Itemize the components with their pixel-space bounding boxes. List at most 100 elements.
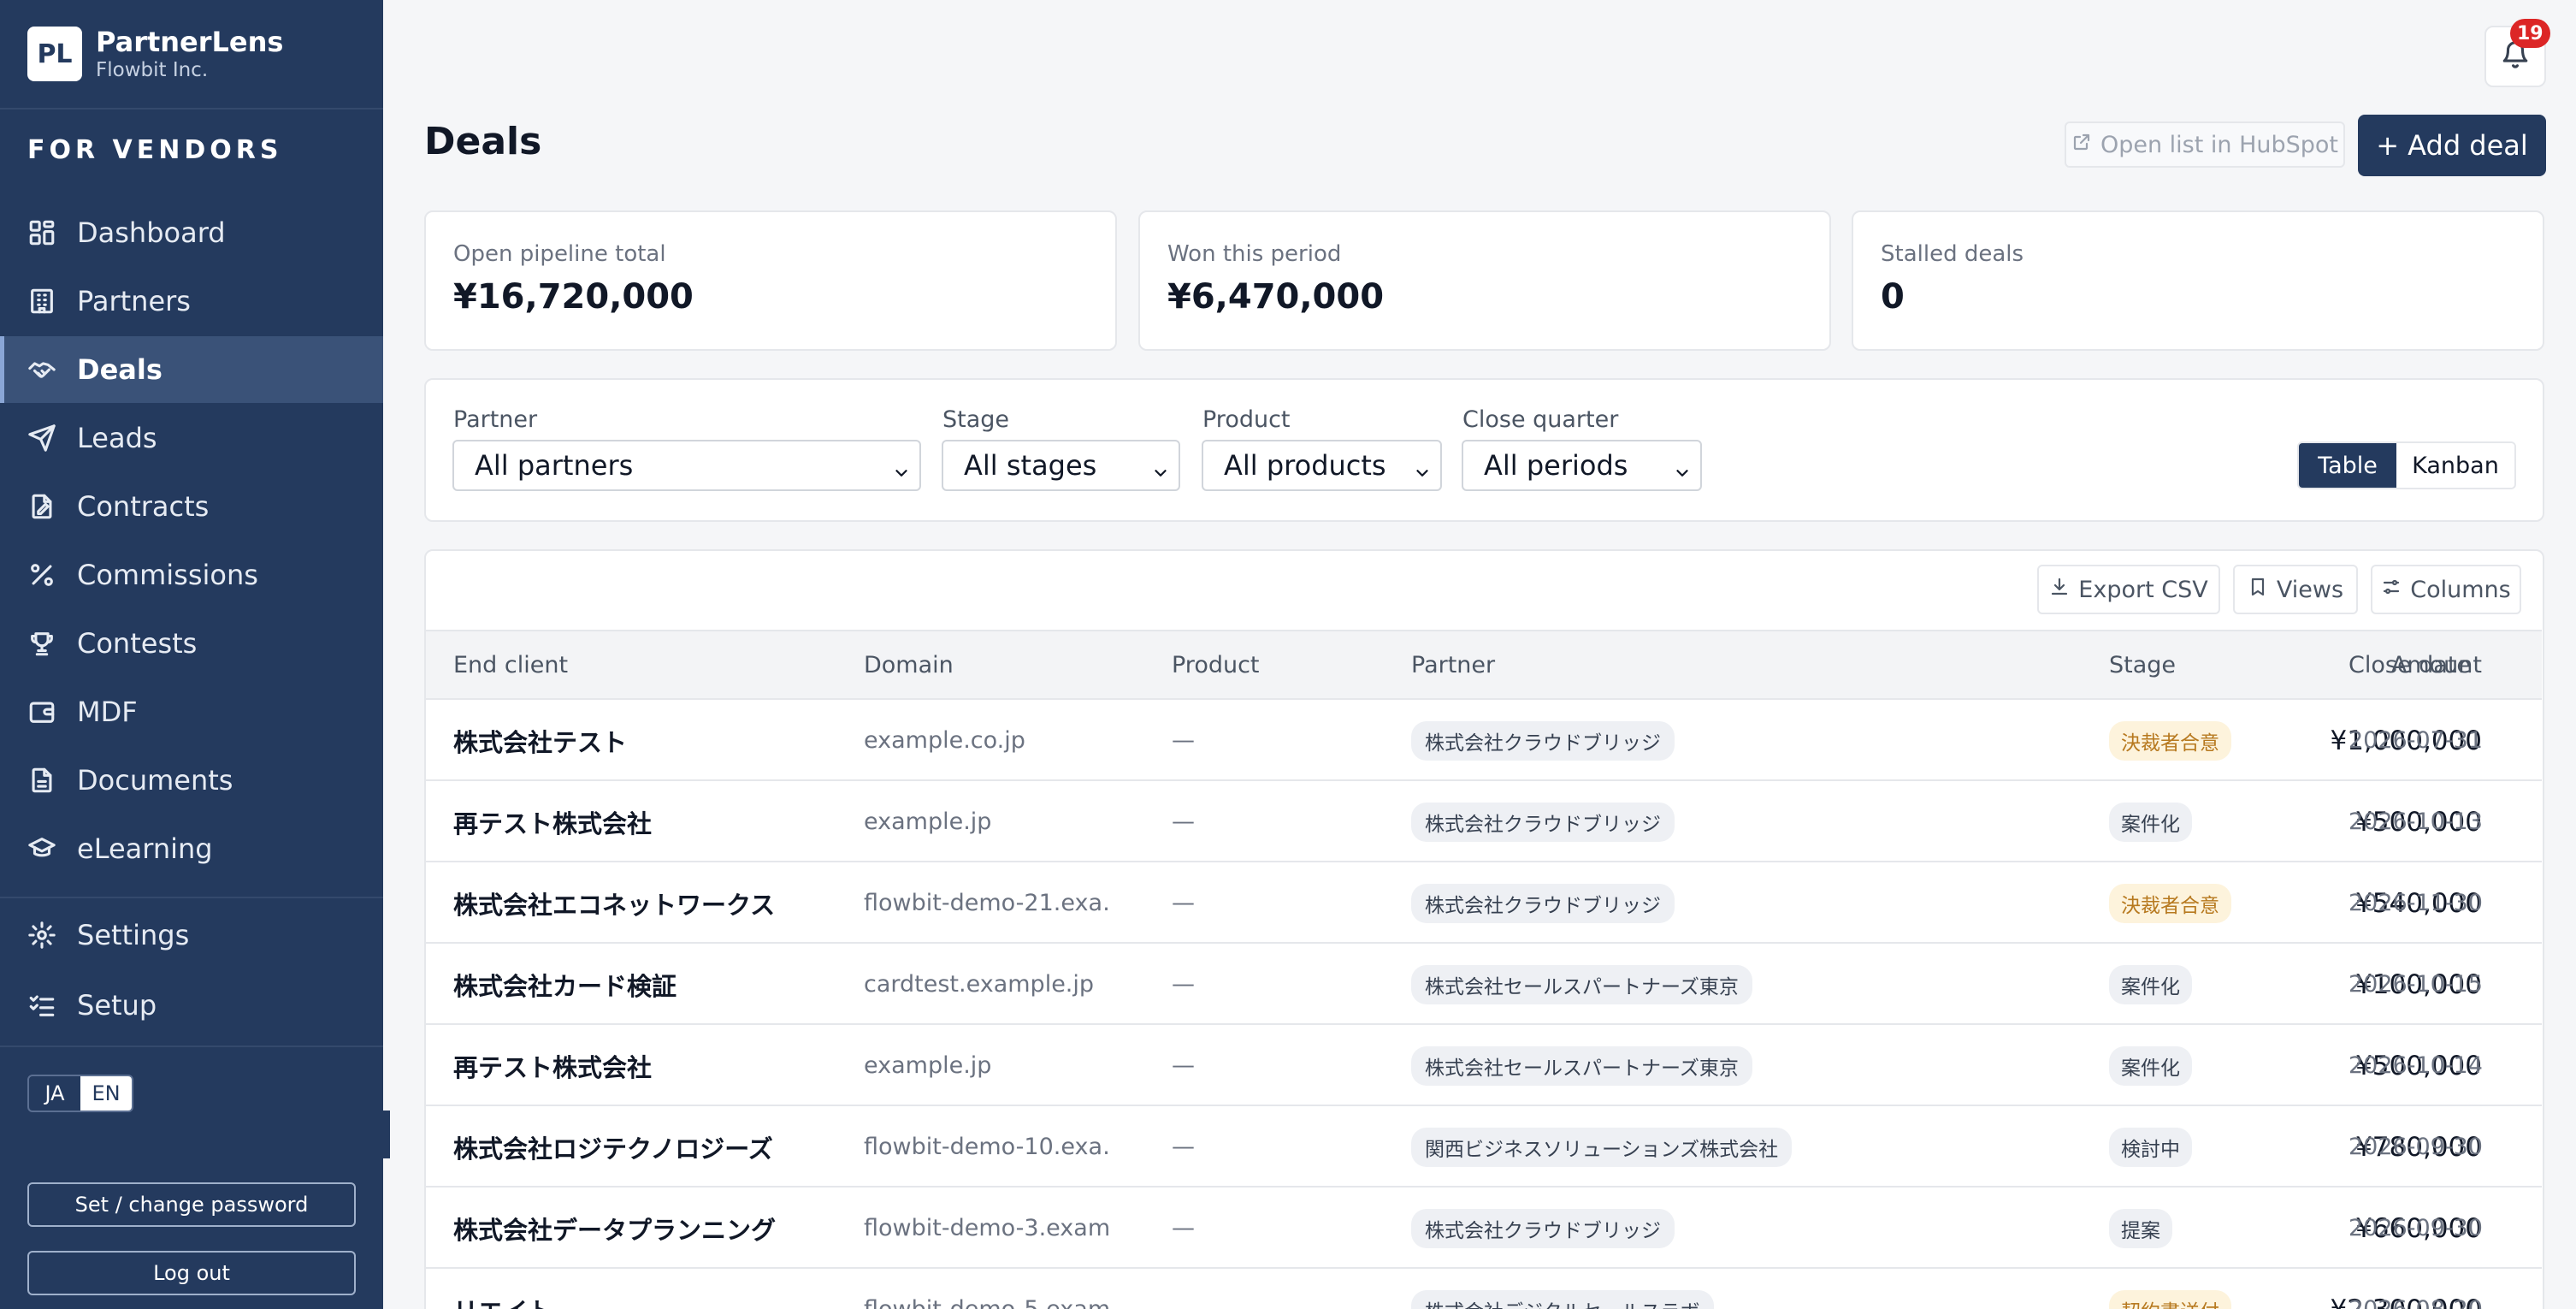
send-icon bbox=[27, 424, 56, 453]
stage-cell: 案件化 bbox=[2109, 944, 2366, 1025]
sidebar: PL PartnerLens Flowbit Inc. FOR VENDORS … bbox=[0, 0, 383, 1309]
table-row[interactable]: 株式会社テスト example.co.jp — 株式会社クラウドブリッジ ¥1,000,… bbox=[426, 700, 2542, 781]
sidebar-item-label: Dashboard bbox=[77, 216, 226, 249]
domain-cell: example.jp bbox=[864, 1052, 992, 1079]
stage-cell: 案件化 bbox=[2109, 781, 2366, 862]
change-password-button[interactable]: Set / change password bbox=[27, 1182, 356, 1227]
sidebar-item-commissions[interactable]: Commissions bbox=[0, 542, 383, 608]
brand[interactable]: PL PartnerLens Flowbit Inc. bbox=[27, 26, 283, 82]
close-date-cell: 2026-09-30 bbox=[2349, 1215, 2483, 1241]
stage-filter-value: All stages bbox=[964, 449, 1097, 482]
logout-button[interactable]: Log out bbox=[27, 1251, 356, 1295]
table-row[interactable]: 再テスト株式会社 example.jp — 株式会社クラウドブリッジ ¥500,000 案… bbox=[426, 781, 2542, 862]
end-client-cell[interactable]: リエイト bbox=[453, 1269, 830, 1309]
end-client-cell[interactable]: 株式会社ロジテクノロジーズ bbox=[453, 1106, 830, 1188]
percent-icon bbox=[27, 560, 56, 589]
close-date-cell: 2026-07-31 bbox=[2349, 727, 2483, 754]
views-button[interactable]: Views bbox=[2233, 565, 2358, 614]
partner-cell: 株式会社クラウドブリッジ bbox=[1411, 781, 1890, 862]
sidebar-item-leads[interactable]: Leads bbox=[0, 405, 383, 471]
sidebar-item-label: Documents bbox=[77, 764, 233, 797]
partner-filter-select[interactable]: All partners bbox=[452, 440, 921, 491]
columns-button[interactable]: Columns bbox=[2371, 565, 2521, 614]
sidebar-item-label: eLearning bbox=[77, 832, 213, 865]
close-date-cell: 2026-08-20 bbox=[2349, 1269, 2537, 1309]
kpi-value: ¥6,470,000 bbox=[1167, 277, 1385, 317]
product-filter-select[interactable]: All products bbox=[1202, 440, 1442, 491]
column-header-client[interactable]: End client bbox=[453, 652, 568, 678]
graduation-cap-icon bbox=[27, 834, 56, 863]
table-row[interactable]: 再テスト株式会社 example.jp — 株式会社セールスパートナーズ東京 ¥500,… bbox=[426, 1025, 2542, 1106]
end-client-cell[interactable]: 再テスト株式会社 bbox=[453, 1025, 830, 1106]
kpi-value: ¥16,720,000 bbox=[453, 277, 694, 317]
columns-label: Columns bbox=[2410, 576, 2511, 603]
sidebar-item-elearning[interactable]: eLearning bbox=[0, 815, 383, 882]
add-deal-button[interactable]: + Add deal bbox=[2358, 115, 2546, 176]
close-date-cell: 2026-10-14 bbox=[2349, 1052, 2483, 1079]
table-row[interactable]: 株式会社エコネットワークス flowbit-demo-21.exa… — 株式会社クラ… bbox=[426, 862, 2542, 944]
view-kanban-button[interactable]: Kanban bbox=[2396, 443, 2514, 488]
partner-pill[interactable]: 株式会社デジタルセールスラボ bbox=[1411, 1289, 1714, 1309]
stage-filter-select[interactable]: All stages bbox=[942, 440, 1180, 491]
view-toggle: Table Kanban bbox=[2297, 441, 2516, 489]
stage-badge: 決裁者合意 bbox=[2109, 720, 2231, 761]
table-row[interactable]: 株式会社ロジテクノロジーズ flowbit-demo-10.exa… — 関西ビジネス… bbox=[426, 1106, 2542, 1188]
sidebar-item-documents[interactable]: Documents bbox=[0, 747, 383, 814]
end-client-cell[interactable]: 再テスト株式会社 bbox=[453, 781, 830, 862]
column-header-domain[interactable]: Domain bbox=[864, 652, 954, 678]
sidebar-item-partners[interactable]: Partners bbox=[0, 268, 383, 335]
column-header-partner[interactable]: Partner bbox=[1411, 652, 1495, 678]
stage-filter-label: Stage bbox=[942, 406, 1010, 433]
column-header-product[interactable]: Product bbox=[1172, 652, 1260, 678]
sidebar-item-deals[interactable]: Deals bbox=[0, 336, 383, 403]
trophy-icon bbox=[27, 629, 56, 658]
column-header-close-date[interactable]: Close date bbox=[2349, 652, 2471, 678]
stage-cell: 案件化 bbox=[2109, 1025, 2366, 1106]
sidebar-item-settings[interactable]: Settings bbox=[0, 902, 383, 968]
building-icon bbox=[27, 287, 56, 316]
sidebar-section-label: FOR VENDORS bbox=[27, 135, 283, 165]
partner-pill[interactable]: 株式会社セールスパートナーズ東京 bbox=[1411, 1045, 1752, 1086]
end-client-cell[interactable]: 株式会社データプランニング bbox=[453, 1188, 830, 1269]
sidebar-item-dashboard[interactable]: Dashboard bbox=[0, 199, 383, 266]
chevron-down-icon bbox=[1673, 457, 1692, 477]
sidebar-divider bbox=[0, 108, 383, 110]
stage-badge: 案件化 bbox=[2109, 964, 2192, 1004]
brand-org: Flowbit Inc. bbox=[96, 59, 209, 81]
kpi-card-won: Won this period ¥6,470,000 bbox=[1138, 210, 1831, 351]
partner-pill[interactable]: 株式会社セールスパートナーズ東京 bbox=[1411, 964, 1752, 1004]
download-icon bbox=[2049, 577, 2078, 603]
end-client-cell[interactable]: 株式会社カード検証 bbox=[453, 944, 830, 1025]
stage-badge: 案件化 bbox=[2109, 1045, 2192, 1086]
column-header-stage[interactable]: Stage bbox=[2109, 652, 2176, 678]
sidebar-item-mdf[interactable]: MDF bbox=[0, 678, 383, 745]
sidebar-item-setup[interactable]: Setup bbox=[0, 972, 383, 1039]
end-client-cell[interactable]: 株式会社エコネットワークス bbox=[453, 862, 830, 944]
sidebar-scroll-handle[interactable] bbox=[381, 1111, 390, 1158]
product-cell: — bbox=[1172, 808, 1195, 835]
table-row[interactable]: 株式会社データプランニング flowbit-demo-3.exam… — 株式会社クラ… bbox=[426, 1188, 2542, 1269]
end-client-cell[interactable]: 株式会社テスト bbox=[453, 700, 830, 781]
partner-pill[interactable]: 株式会社クラウドブリッジ bbox=[1411, 883, 1675, 923]
partner-pill[interactable]: 株式会社クラウドブリッジ bbox=[1411, 1208, 1675, 1248]
gear-icon bbox=[27, 921, 56, 950]
product-cell: — bbox=[1172, 971, 1195, 998]
sidebar-item-contracts[interactable]: Contracts bbox=[0, 473, 383, 540]
partner-pill[interactable]: 株式会社クラウドブリッジ bbox=[1411, 720, 1675, 761]
kpi-card-stalled: Stalled deals 0 bbox=[1852, 210, 2544, 351]
stage-cell: 検討中 bbox=[2109, 1106, 2366, 1188]
table-row[interactable]: リエイトflowbit-demo-5.exam…—株式会社デジタルセールスラボ¥… bbox=[426, 1269, 2542, 1309]
partner-cell: 株式会社クラウドブリッジ bbox=[1411, 700, 1890, 781]
quarter-filter-select[interactable]: All periods bbox=[1462, 440, 1702, 491]
partner-pill[interactable]: 株式会社クラウドブリッジ bbox=[1411, 802, 1675, 842]
sidebar-item-contests[interactable]: Contests bbox=[0, 610, 383, 677]
partner-pill[interactable]: 関西ビジネスソリューションズ株式会社 bbox=[1411, 1127, 1793, 1167]
lang-ja-option[interactable]: JA bbox=[29, 1076, 80, 1111]
sidebar-item-label: Partners bbox=[77, 285, 191, 317]
export-csv-button[interactable]: Export CSV bbox=[2037, 565, 2220, 614]
table-row[interactable]: 株式会社カード検証 cardtest.example.jp — 株式会社セールスパート… bbox=[426, 944, 2542, 1025]
lang-en-option[interactable]: EN bbox=[80, 1076, 132, 1111]
partner-filter-value: All partners bbox=[475, 449, 634, 482]
open-in-hubspot-button[interactable]: Open list in HubSpot bbox=[2065, 121, 2345, 168]
view-table-button[interactable]: Table bbox=[2299, 443, 2396, 488]
